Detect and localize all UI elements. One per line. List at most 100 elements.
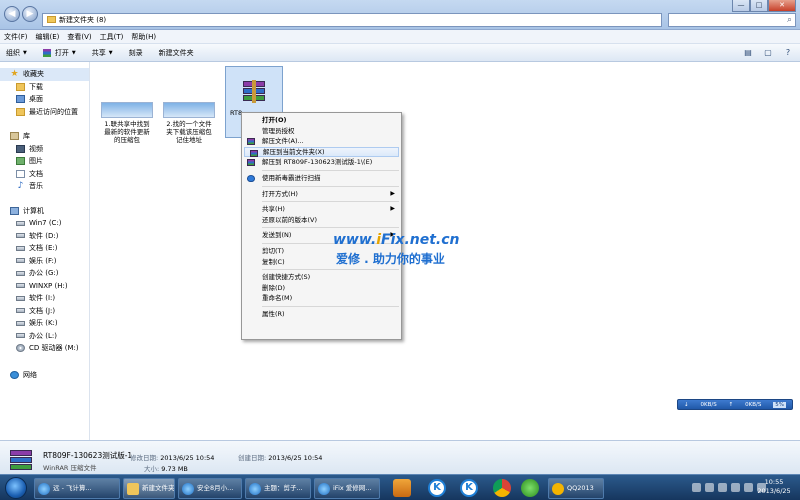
sidebar-item-drive-f[interactable]: 娱乐 (F:): [0, 255, 89, 268]
file-name-line: 的压缩包: [114, 136, 140, 144]
context-menu-item[interactable]: 解压到当前文件夹(X): [244, 146, 399, 158]
sidebar-item-libraries[interactable]: 库: [0, 130, 89, 143]
sidebar-item-desktop[interactable]: 桌面: [0, 93, 89, 106]
search-input[interactable]: [668, 13, 796, 27]
drive-icon: [16, 258, 25, 264]
sidebar-item-drive-k[interactable]: 娱乐 (K:): [0, 317, 89, 330]
forward-button[interactable]: ▶: [22, 6, 38, 22]
browser-icon: [249, 483, 261, 495]
toolbar: 组织 ▼ 打开 ▼ 共享 ▼ 刻录 新建文件夹 ▤ ▢ ?: [0, 44, 800, 62]
sidebar-item-computer[interactable]: 计算机: [0, 205, 89, 218]
winrar-archive-icon: [243, 80, 265, 103]
download-speed: 0KB/S: [700, 401, 717, 408]
download-arrow-icon: ↓: [683, 401, 689, 408]
browser-icon: [182, 483, 194, 495]
open-button[interactable]: 打开 ▼: [42, 48, 76, 58]
sidebar-item-network[interactable]: 网络: [0, 369, 89, 382]
drive-icon: [16, 245, 25, 251]
sidebar-item-drive-d[interactable]: 软件 (D:): [0, 230, 89, 243]
taskbar-item-active[interactable]: 新建文件夹 ...: [123, 478, 175, 499]
context-menu-item[interactable]: 重命名(M): [242, 293, 401, 304]
app-icon[interactable]: [521, 479, 539, 497]
sidebar-item-videos[interactable]: 视频: [0, 143, 89, 156]
sidebar-item-drive-h[interactable]: WINXP (H:): [0, 280, 89, 293]
menu-edit[interactable]: 编辑(E): [36, 32, 60, 42]
taskbar-item[interactable]: iFix 爱修网...: [314, 478, 380, 499]
context-menu-item[interactable]: 使用新毒霸进行扫描: [242, 173, 401, 184]
sidebar-item-downloads[interactable]: 下载: [0, 81, 89, 94]
tray-icon[interactable]: [731, 483, 740, 492]
tray-icon[interactable]: [692, 483, 701, 492]
clock[interactable]: 10:55 2013/6/25: [752, 478, 796, 496]
burn-button[interactable]: 刻录: [129, 48, 143, 58]
sidebar-item-drive-e[interactable]: 文档 (E:): [0, 242, 89, 255]
organize-button[interactable]: 组织 ▼: [6, 48, 27, 58]
context-menu-item[interactable]: 打开方式(H) ▶: [242, 189, 401, 200]
start-button[interactable]: [1, 475, 31, 500]
address-bar[interactable]: 新建文件夹 (8): [42, 13, 662, 27]
context-menu-item[interactable]: 打开(O): [242, 115, 401, 126]
drive-icon: [16, 270, 25, 276]
menu-help[interactable]: 帮助(H): [131, 32, 156, 42]
shield-icon: [247, 174, 255, 182]
context-menu-item[interactable]: 管理员授权: [242, 126, 401, 137]
sidebar-item-drive-g[interactable]: 办公 (G:): [0, 267, 89, 280]
sidebar-item-documents[interactable]: 文档: [0, 168, 89, 181]
sidebar-item-drive-l[interactable]: 办公 (L:): [0, 330, 89, 343]
computer-group: 计算机 Win7 (C:) 软件 (D:) 文档 (E:) 娱乐 (F:) 办公…: [0, 205, 89, 355]
maximize-button[interactable]: □: [750, 0, 768, 12]
taskbar-item[interactable]: 主题：剪子...: [245, 478, 311, 499]
menu-view[interactable]: 查看(V): [67, 32, 91, 42]
file-item[interactable]: 2.找的一个文件 夹下载该压缩包 记住地址: [161, 102, 217, 144]
clock-date: 2013/6/25: [757, 487, 791, 495]
context-menu-item[interactable]: 还原以前的版本(V): [242, 215, 401, 226]
back-button[interactable]: ◀: [4, 6, 20, 22]
desktop-icon: [16, 95, 25, 104]
menu-file[interactable]: 文件(F): [4, 32, 28, 42]
kugou-icon[interactable]: K: [460, 479, 478, 497]
context-menu-item[interactable]: 解压到 RT809F-130623测试版-1\(E): [242, 157, 401, 168]
cd-drive-icon: [16, 344, 25, 353]
winrar-icon: [250, 149, 258, 157]
minimize-button[interactable]: —: [732, 0, 750, 12]
tray-icon[interactable]: [718, 483, 727, 492]
sidebar-item-drive-i[interactable]: 软件 (I:): [0, 292, 89, 305]
new-folder-button[interactable]: 新建文件夹: [159, 48, 194, 58]
file-item[interactable]: 1.联共享中找到 最新的软件更新 的压缩包: [99, 102, 155, 144]
sidebar-item-drive-j[interactable]: 文档 (J:): [0, 305, 89, 318]
title-bar: ◀ ▶ 新建文件夹 (8) — □ ✕: [0, 0, 800, 30]
tray-icon[interactable]: [705, 483, 714, 492]
context-menu-item[interactable]: 共享(H) ▶: [242, 204, 401, 215]
help-icon[interactable]: ?: [782, 48, 794, 58]
taskbar-item[interactable]: QQ2013: [548, 478, 604, 499]
qq-icon: [552, 483, 564, 495]
sidebar-item-favorites[interactable]: ★ 收藏夹: [0, 68, 89, 81]
context-menu-item[interactable]: 删除(D): [242, 283, 401, 294]
menu-separator: [262, 227, 399, 229]
menu-tools[interactable]: 工具(T): [100, 32, 124, 42]
taskbar-item[interactable]: 安全8月小...: [178, 478, 242, 499]
taskbar-item[interactable]: 远 - 飞计算...: [34, 478, 120, 499]
sidebar-item-music[interactable]: ♪ 音乐: [0, 180, 89, 193]
context-menu-item[interactable]: 创建快捷方式(S): [242, 272, 401, 283]
sidebar-item-pictures[interactable]: 图片: [0, 155, 89, 168]
kugou-icon[interactable]: K: [428, 479, 446, 497]
sidebar-item-recent[interactable]: 最近访问的位置: [0, 106, 89, 119]
chevron-down-icon: ▼: [23, 49, 27, 56]
view-options-icon[interactable]: ▤: [742, 48, 754, 58]
sidebar-item-drive-c[interactable]: Win7 (C:): [0, 217, 89, 230]
context-menu-item[interactable]: 解压文件(A)...: [242, 136, 401, 147]
file-name-line: 记住地址: [176, 136, 202, 144]
detail-filename: RT809F-130623测试版-1: [43, 451, 133, 460]
close-button[interactable]: ✕: [768, 0, 796, 12]
submenu-arrow-icon: ▶: [390, 189, 395, 197]
context-menu-item[interactable]: 属性(R): [242, 309, 401, 320]
music-icon: ♪: [17, 181, 24, 192]
media-player-icon[interactable]: [393, 479, 411, 497]
sidebar-item-drive-m[interactable]: CD 驱动器 (M:): [0, 342, 89, 355]
drive-icon: [16, 320, 25, 326]
chrome-icon[interactable]: [493, 479, 511, 497]
preview-pane-icon[interactable]: ▢: [762, 48, 774, 58]
network-speed-widget[interactable]: ↓ 0KB/S ↑ 0KB/S 5%: [677, 399, 793, 410]
share-button[interactable]: 共享 ▼: [92, 48, 113, 58]
